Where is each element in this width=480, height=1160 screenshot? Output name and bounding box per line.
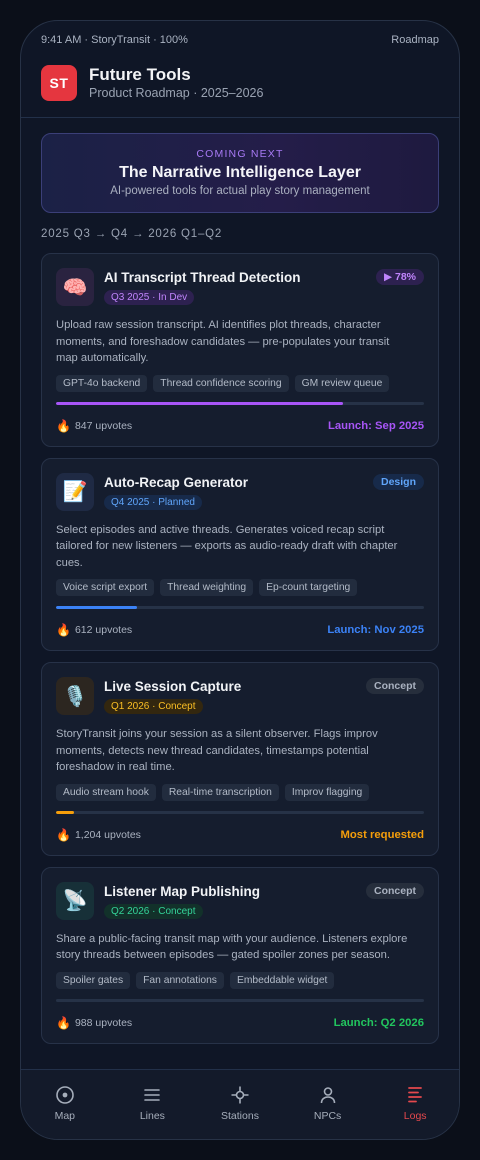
nav-label: Stations [221, 1110, 259, 1122]
status-badge: Concept [366, 678, 424, 694]
tag: GM review queue [294, 374, 390, 392]
progress-fill [56, 606, 137, 609]
nav-item-stations[interactable]: Stations [196, 1070, 284, 1139]
flame-icon: 🔥 [56, 623, 71, 637]
tag: Ep-count targeting [259, 579, 358, 596]
upvote-count[interactable]: 🔥 1,204 upvotes [56, 828, 141, 842]
flame-icon: 🔥 [56, 418, 71, 433]
status-left: 9:41 AM · StoryTransit · 100% [41, 34, 188, 46]
card-footer: 🔥 847 upvotes Launch: Sep 2025 [56, 418, 424, 434]
tag-list: GPT-4o backend Thread confidence scoring G… [56, 374, 424, 392]
bottom-nav: Map Lines Stations NPCs Logs [21, 1069, 459, 1139]
quarter-pill: Q2 2026 · Concept [104, 903, 203, 919]
app-header: ST Future Tools Product Roadmap · 2025–2… [21, 63, 459, 118]
logs-icon [405, 1085, 425, 1105]
tag: Thread weighting [160, 579, 254, 596]
roadmap-card[interactable]: 🎙️ Concept Live Session Capture Q1 2026 … [41, 662, 439, 856]
roadmap-content: COMING NEXT The Narrative Intelligence L… [41, 133, 439, 1044]
nav-item-map[interactable]: Map [21, 1070, 109, 1139]
brain-icon: 🧠 [56, 268, 94, 306]
hero-banner[interactable]: COMING NEXT The Narrative Intelligence L… [41, 133, 439, 213]
nav-item-lines[interactable]: Lines [109, 1070, 197, 1139]
app-logo: ST [41, 65, 77, 101]
progress-fill [56, 401, 344, 405]
hero-subtitle: AI-powered tools for actual play story m… [110, 185, 370, 197]
nav-label: Map [54, 1110, 76, 1122]
nav-label: Logs [403, 1110, 427, 1122]
status-bar: 9:41 AM · StoryTransit · 100% Roadmap [41, 34, 439, 50]
memo-icon: 📝 [56, 472, 94, 511]
upvote-label: 847 upvotes [74, 419, 133, 432]
status-right: Roadmap [391, 34, 439, 46]
quarter-pill: Q4 2025 · Planned [104, 494, 202, 510]
microphone-icon: 🎙️ [56, 677, 94, 715]
card-footer: 🔥 988 upvotes Launch: Q2 2026 [56, 1015, 424, 1031]
upvote-count[interactable]: 🔥 988 upvotes [56, 1016, 132, 1030]
tag-list: Spoiler gates Fan annotations Embeddable w… [56, 971, 424, 989]
tag: Thread confidence scoring [153, 374, 289, 392]
nav-label: Lines [139, 1110, 165, 1122]
status-badge: Concept [366, 882, 424, 899]
satellite-icon: 📡 [56, 881, 94, 920]
tag: Spoiler gates [56, 971, 131, 989]
status-badge: Design [372, 473, 424, 490]
person-icon [318, 1085, 338, 1105]
card-description: Share a public-facing transit map with y… [56, 932, 408, 962]
progress-bar [56, 401, 424, 405]
hero-eyebrow: COMING NEXT [196, 148, 284, 160]
status-badge: ▶ 78% [375, 269, 424, 285]
roadmap-card-list: 🧠 ▶ 78% AI Transcript Thread Detection Q… [41, 253, 439, 1044]
roadmap-card[interactable]: 📡 Concept Listener Map Publishing Q2 202… [41, 866, 439, 1044]
lines-icon [142, 1085, 162, 1105]
progress-bar [56, 998, 424, 1002]
launch-label: Launch: Sep 2025 [327, 419, 424, 432]
tag: Voice script export [56, 579, 155, 596]
stations-icon [230, 1085, 250, 1105]
map-target-icon [55, 1085, 75, 1105]
page-subtitle: Product Roadmap · 2025–2026 [89, 86, 264, 100]
tag-list: Audio stream hook Real-time transcription… [56, 783, 424, 801]
tag: Embeddable widget [229, 971, 335, 989]
roadmap-card[interactable]: 🧠 ▶ 78% AI Transcript Thread Detection Q… [41, 253, 439, 447]
nav-item-logs[interactable]: Logs [371, 1070, 459, 1139]
upvote-label: 988 upvotes [74, 1016, 133, 1029]
tag: Improv flagging [284, 783, 370, 801]
upvote-label: 612 upvotes [74, 624, 133, 636]
card-description: Select episodes and active threads. Gene… [56, 523, 398, 569]
roadmap-card[interactable]: 📝 Design Auto-Recap Generator Q4 2025 · … [41, 457, 439, 651]
tag-list: Voice script export Thread weighting Ep-co… [56, 579, 424, 596]
hero-title: The Narrative Intelligence Layer [119, 164, 361, 181]
timeline-label: 2025 Q3 → Q4 → 2026 Q1–Q2 [41, 228, 223, 240]
launch-label: Most requested [340, 828, 425, 841]
nav-label: NPCs [313, 1110, 342, 1122]
quarter-pill: Q1 2026 · Concept [104, 699, 203, 714]
card-description: Upload raw session transcript. AI identi… [56, 319, 390, 364]
flame-icon: 🔥 [56, 1015, 71, 1030]
upvote-count[interactable]: 🔥 847 upvotes [56, 419, 132, 433]
nav-item-npcs[interactable]: NPCs [284, 1070, 372, 1139]
launch-label: Launch: Q2 2026 [333, 1016, 424, 1029]
card-footer: 🔥 1,204 upvotes Most requested [56, 827, 424, 843]
page-title: Future Tools [89, 65, 191, 84]
progress-bar [56, 606, 424, 609]
tag: Fan annotations [136, 971, 224, 989]
flame-icon: 🔥 [56, 827, 71, 842]
progress-bar [56, 810, 424, 814]
phone-frame: 9:41 AM · StoryTransit · 100% Roadmap ST… [20, 20, 460, 1140]
card-footer: 🔥 612 upvotes Launch: Nov 2025 [56, 622, 424, 638]
card-description: StoryTransit joins your session as a sil… [56, 728, 378, 773]
tag: GPT-4o backend [56, 374, 148, 392]
quarter-pill: Q3 2025 · In Dev [104, 290, 195, 305]
tag: Audio stream hook [56, 783, 156, 801]
upvote-label: 1,204 upvotes [74, 828, 141, 841]
tag: Real-time transcription [161, 783, 279, 801]
upvote-count[interactable]: 🔥 612 upvotes [56, 623, 132, 637]
progress-fill [56, 810, 75, 814]
launch-label: Launch: Nov 2025 [327, 624, 424, 636]
